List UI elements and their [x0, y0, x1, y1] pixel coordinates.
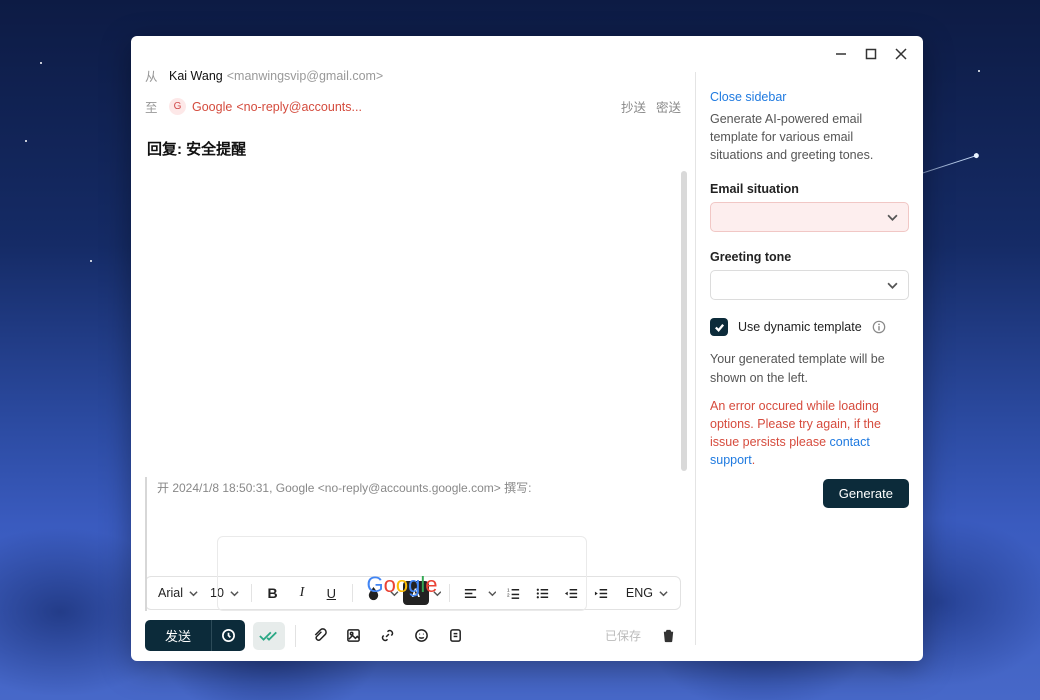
- trash-icon: [661, 628, 676, 643]
- from-name: Kai Wang: [169, 69, 223, 83]
- sidebar-error: An error occured while loading options. …: [710, 397, 909, 470]
- template-button[interactable]: [442, 624, 468, 648]
- clock-icon: [221, 628, 236, 643]
- note-icon: [448, 628, 463, 643]
- insert-image-button[interactable]: [340, 624, 366, 648]
- info-icon[interactable]: [872, 320, 886, 334]
- chevron-down-icon: [887, 212, 898, 223]
- maximize-button[interactable]: [863, 46, 879, 62]
- from-label: 从: [145, 66, 169, 85]
- ai-sidebar: Close sidebar Generate AI-powered email …: [695, 72, 923, 645]
- insert-link-button[interactable]: [374, 624, 400, 648]
- quoted-logo-card: Google: [217, 536, 587, 611]
- email-body[interactable]: 开 2024/1/8 18:50:31, Google <no-reply@ac…: [145, 171, 681, 568]
- sidebar-description: Generate AI-powered email template for v…: [710, 110, 909, 164]
- compose-pane: 从 Kai Wang <manwingsvip@gmail.com> 至 G G…: [131, 36, 695, 661]
- paperclip-icon: [312, 628, 327, 643]
- recipient-avatar: G: [169, 98, 186, 115]
- double-check-icon: [259, 629, 279, 643]
- read-receipt-button[interactable]: [253, 622, 285, 650]
- tone-label: Greeting tone: [710, 250, 909, 264]
- minimize-button[interactable]: [833, 46, 849, 62]
- to-row[interactable]: 至 G Google <no-reply@accounts... 抄送 密送: [145, 91, 681, 122]
- window-controls: [819, 36, 923, 72]
- image-icon: [346, 628, 361, 643]
- bcc-button[interactable]: 密送: [656, 97, 681, 116]
- action-bar: 发送 已保存: [145, 610, 681, 651]
- google-logo: Google: [366, 572, 437, 598]
- schedule-send-button[interactable]: [211, 620, 245, 651]
- emoji-button[interactable]: [408, 624, 434, 648]
- dynamic-template-checkbox[interactable]: [710, 318, 728, 336]
- situation-label: Email situation: [710, 182, 909, 196]
- sidebar-note: Your generated template will be shown on…: [710, 350, 909, 386]
- close-button[interactable]: [893, 46, 909, 62]
- to-address: <no-reply@accounts...: [236, 100, 362, 114]
- chevron-down-icon: [887, 280, 898, 291]
- from-row: 从 Kai Wang <manwingsvip@gmail.com>: [145, 60, 681, 91]
- quoted-header: 开 2024/1/8 18:50:31, Google <no-reply@ac…: [157, 479, 675, 496]
- discard-button[interactable]: [655, 624, 681, 648]
- to-label: 至: [145, 97, 169, 116]
- smile-icon: [414, 628, 429, 643]
- generate-button[interactable]: Generate: [823, 479, 909, 508]
- cc-button[interactable]: 抄送: [621, 97, 646, 116]
- saved-status: 已保存: [605, 627, 641, 644]
- send-button[interactable]: 发送: [145, 620, 211, 651]
- check-icon: [714, 322, 725, 333]
- close-sidebar-link[interactable]: Close sidebar: [710, 90, 786, 104]
- to-name: Google: [192, 100, 232, 114]
- tone-select[interactable]: [710, 270, 909, 300]
- dynamic-template-label: Use dynamic template: [738, 320, 862, 334]
- body-scrollbar[interactable]: [681, 171, 687, 568]
- compose-window: 从 Kai Wang <manwingsvip@gmail.com> 至 G G…: [131, 36, 923, 661]
- subject-field[interactable]: 回复: 安全提醒: [145, 122, 681, 167]
- link-icon: [380, 628, 395, 643]
- attach-button[interactable]: [306, 624, 332, 648]
- from-address: <manwingsvip@gmail.com>: [227, 69, 384, 83]
- situation-select[interactable]: [710, 202, 909, 232]
- quoted-block: 开 2024/1/8 18:50:31, Google <no-reply@ac…: [145, 477, 675, 611]
